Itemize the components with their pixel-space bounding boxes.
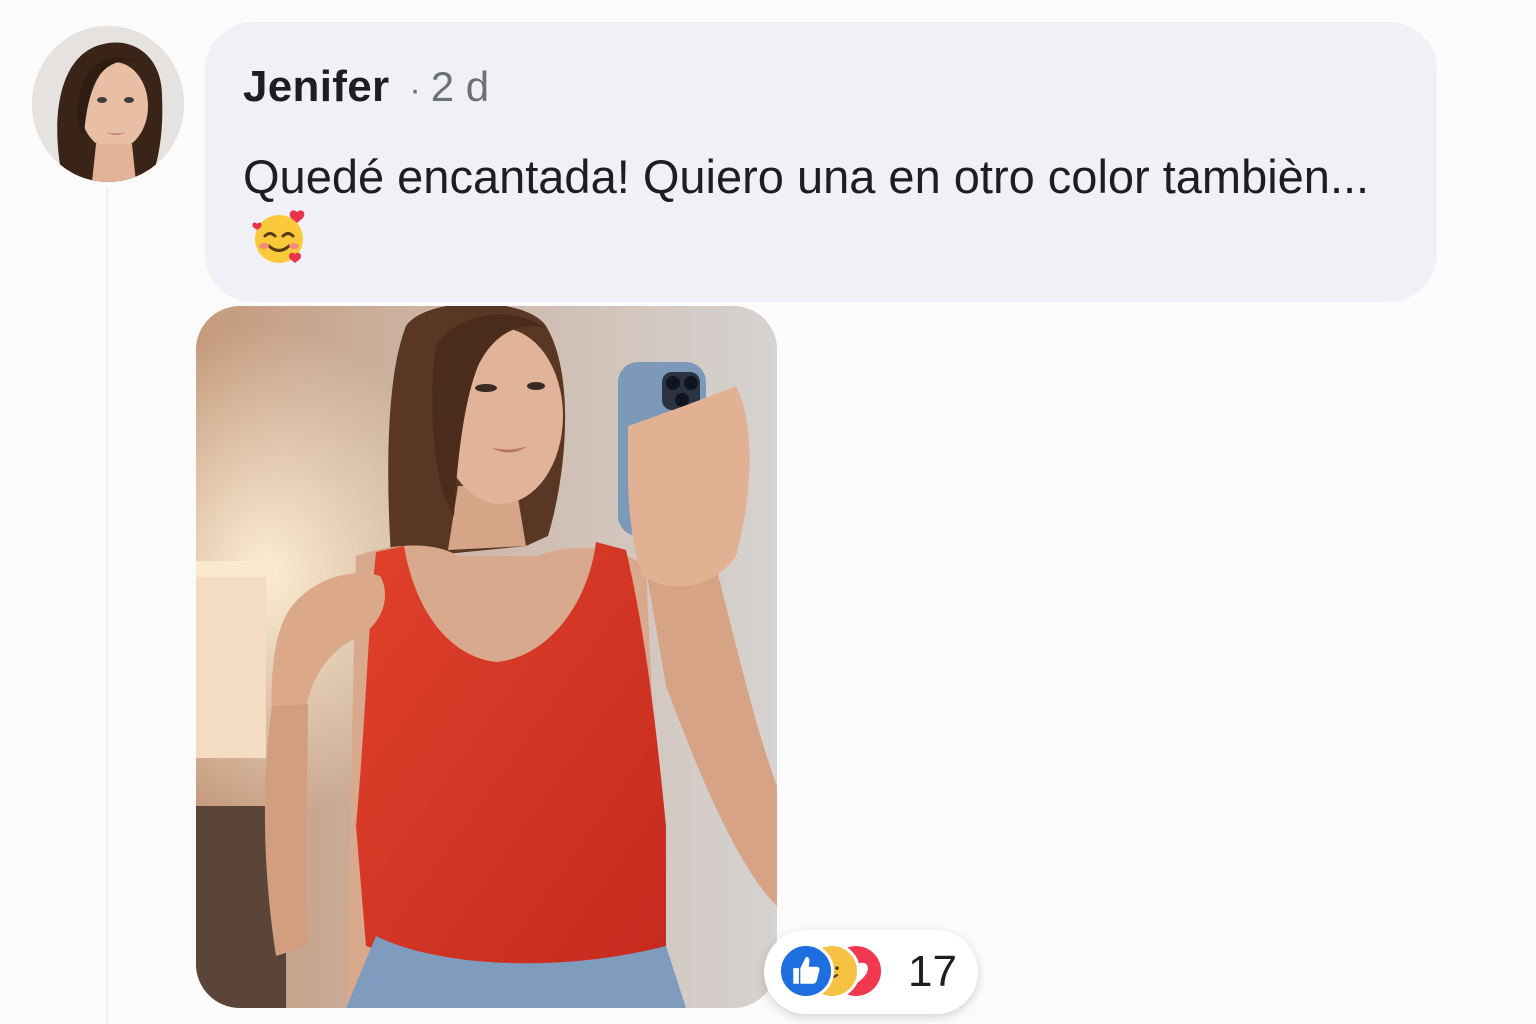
comment-text-block: Quedé encantada! Quiero una en otro colo… (243, 146, 1383, 271)
comment-meta: Jenifer · 2 d (243, 62, 1437, 122)
reactions-summary[interactable]: 17 (764, 930, 978, 1014)
mirror-selfie-image (196, 306, 777, 1008)
avatar[interactable] (32, 26, 184, 182)
comment-text: Quedé encantada! Quiero una en otro colo… (243, 150, 1370, 203)
attached-photo[interactable] (196, 306, 777, 1008)
reaction-count: 17 (908, 947, 957, 996)
comment-thread: Jenifer · 2 d Quedé encantada! Quiero un… (0, 0, 1536, 1024)
smiling-face-with-hearts-icon (251, 208, 309, 266)
meta-separator: · (409, 71, 421, 109)
reaction-icons (778, 943, 890, 1001)
author-name[interactable]: Jenifer (243, 62, 389, 112)
avatar-photo (32, 26, 184, 182)
comment-timestamp[interactable]: 2 d (431, 63, 489, 111)
comment-bubble: Jenifer · 2 d Quedé encantada! Quiero un… (205, 22, 1437, 302)
thread-connector-line (106, 188, 108, 1024)
like-reaction-icon (778, 943, 834, 999)
